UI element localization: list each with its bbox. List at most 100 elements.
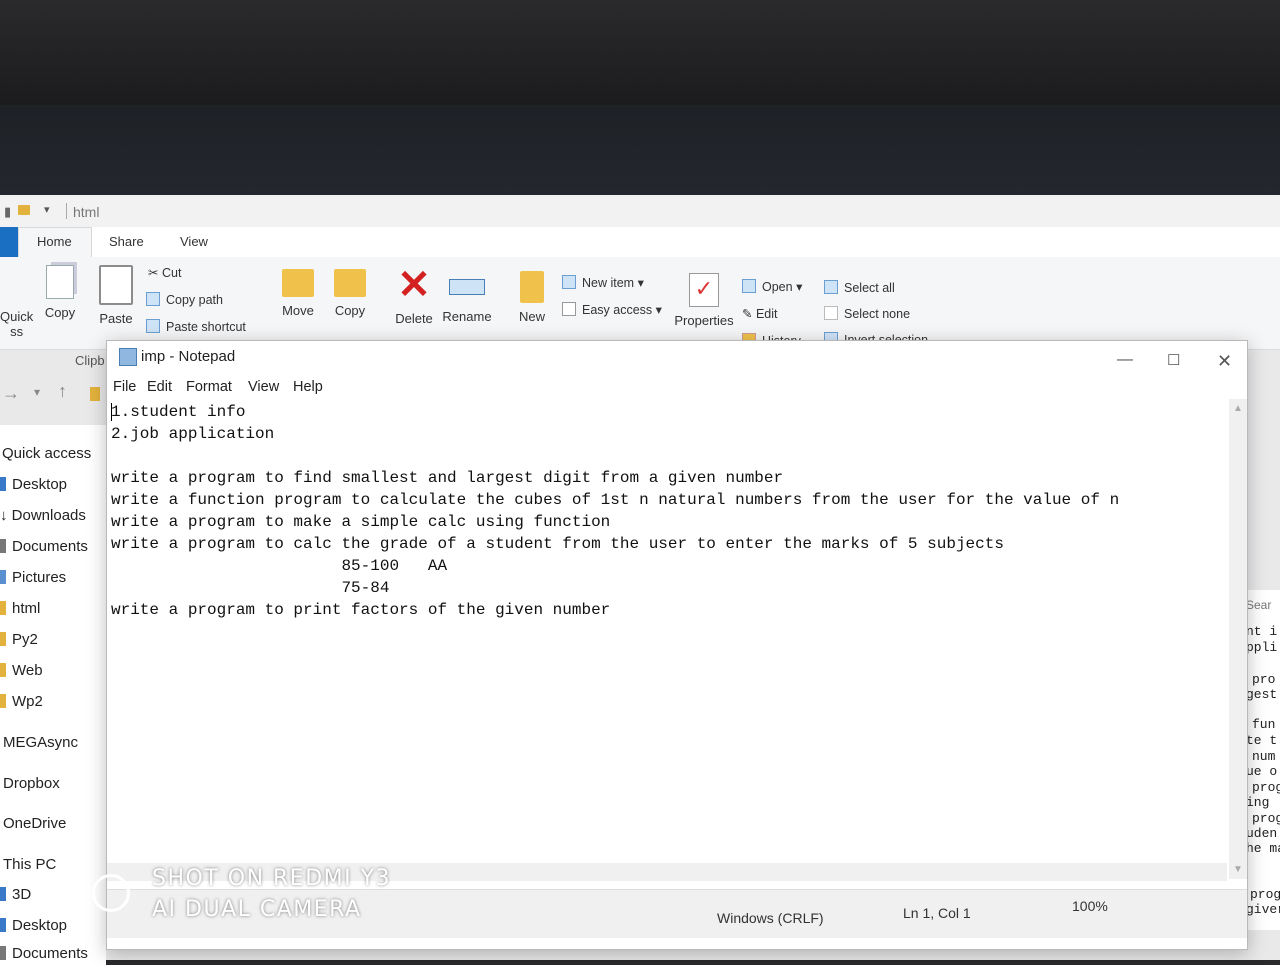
sidebar-item-onedrive[interactable]: OneDrive [3, 815, 66, 832]
download-arrow-icon: ↓ [0, 507, 12, 524]
sidebar-item-documents[interactable]: Documents [0, 538, 88, 555]
notepad-window: imp - Notepad — ☐ ✕ File Edit Format Vie… [106, 340, 1248, 950]
sidebar-item-downloads[interactable]: ↓ Downloads [0, 507, 86, 524]
new-folder-button[interactable]: New [514, 271, 550, 324]
preview-fragment: ing [1246, 795, 1270, 810]
open-button[interactable]: Open ▾ [742, 279, 802, 294]
text-line: write a program to make a simple calc us… [111, 513, 611, 531]
sidebar-item-dropbox[interactable]: Dropbox [3, 775, 60, 792]
preview-fragment: he ma [1246, 841, 1280, 856]
minimize-icon[interactable]: — [1117, 351, 1133, 369]
menu-format[interactable]: Format [186, 379, 232, 395]
recent-locations-icon[interactable]: ▾ [34, 385, 40, 399]
tab-file[interactable] [0, 227, 20, 257]
scissors-icon: ✂ [148, 266, 159, 280]
preview-fragment: gest [1246, 687, 1278, 702]
delete-x-icon: ✕ [397, 263, 431, 307]
title-separator [66, 203, 67, 219]
sidebar-item-megasync[interactable]: MEGAsync [3, 734, 78, 751]
text-line: write a program to print factors of the … [111, 601, 611, 619]
sidebar-item-3d-objects[interactable]: 3D [0, 886, 31, 903]
preview-fragment: te t [1246, 733, 1278, 748]
watermark-line-2: AI DUAL CAMERA [152, 897, 362, 922]
chevron-down-icon[interactable]: ▾ [44, 203, 50, 216]
text-line: write a program to find smallest and lar… [111, 469, 784, 487]
notepad-icon [119, 348, 137, 366]
maximize-icon[interactable]: ☐ [1167, 351, 1180, 369]
folder-icon [90, 387, 100, 401]
quick-access-toolbar-icon[interactable]: ▮ [4, 204, 11, 220]
tab-view[interactable]: View [180, 234, 208, 249]
notepad-title: imp - Notepad [141, 348, 236, 365]
pictures-icon [0, 570, 6, 584]
menu-help[interactable]: Help [293, 379, 323, 395]
ribbon: Quick ss Copy Paste ✂ Cut Copy path Paste… [0, 257, 1280, 350]
tab-home[interactable]: Home [18, 227, 92, 258]
folder-icon [18, 205, 30, 215]
scroll-up-icon[interactable]: ▲ [1233, 403, 1243, 414]
text-line: 85-100 AA [111, 557, 448, 575]
delete-button[interactable]: ✕ Delete [392, 265, 436, 326]
new-item-button[interactable]: New item ▾ [562, 275, 644, 290]
paste-shortcut-button[interactable]: Paste shortcut [146, 319, 246, 334]
tab-share[interactable]: Share [109, 234, 144, 249]
text-line: 1.student info [111, 403, 246, 421]
close-icon[interactable]: ✕ [1217, 351, 1232, 372]
sidebar-item-web[interactable]: Web [0, 662, 43, 679]
sidebar-item-py2[interactable]: Py2 [0, 631, 38, 648]
camera-watermark: SHOT ON REDMI Y3 AI DUAL CAMERA [42, 866, 402, 926]
text-line: write a program to calc the grade of a s… [111, 535, 1004, 553]
properties-button[interactable]: ✓ Properties [672, 273, 736, 328]
lens-ring-icon [92, 874, 130, 912]
copy-path-button[interactable]: Copy path [146, 292, 223, 307]
pin-quick-access-button[interactable]: Quick ss [0, 309, 33, 339]
pencil-icon: ✎ [742, 307, 753, 321]
rename-button[interactable]: Rename [442, 269, 492, 324]
line-ending-status: Windows (CRLF) [717, 910, 824, 926]
sidebar-item-pictures[interactable]: Pictures [0, 569, 66, 586]
sidebar-item-documents-pc[interactable]: Documents [0, 945, 88, 962]
folder-icon [0, 632, 6, 646]
scroll-down-icon[interactable]: ▼ [1233, 864, 1243, 875]
sidebar-item-desktop[interactable]: Desktop [0, 476, 67, 493]
easy-access-icon [562, 302, 576, 316]
properties-check-icon: ✓ [689, 273, 719, 307]
text-line: 75-84 [111, 579, 390, 597]
cut-button[interactable]: ✂ Cut [148, 265, 181, 280]
explorer-title-bar: ▮ ▾ html [0, 195, 1280, 228]
text-editor[interactable]: 1.student info 2.job application write a… [111, 401, 1223, 901]
search-box[interactable]: Sear [1246, 598, 1271, 612]
documents-icon [0, 539, 6, 553]
menu-edit[interactable]: Edit [147, 379, 172, 395]
paste-button[interactable]: Paste [96, 265, 136, 326]
sidebar-item-html[interactable]: html [0, 600, 40, 617]
copy-folder-icon [334, 269, 366, 297]
copy-button[interactable]: Copy [40, 265, 80, 320]
menu-view[interactable]: View [248, 379, 279, 395]
move-to-button[interactable]: Move [278, 269, 318, 318]
cursor-position-status: Ln 1, Col 1 [903, 905, 971, 921]
documents-icon [0, 946, 6, 960]
preview-fragment: prog [1252, 780, 1280, 795]
preview-fragment: nt i [1246, 624, 1278, 639]
menu-file[interactable]: File [113, 379, 136, 395]
edit-button[interactable]: ✎ Edit [742, 306, 778, 321]
sidebar-item-quick-access[interactable]: Quick access [2, 445, 91, 462]
preview-fragment: prog [1252, 811, 1280, 826]
select-all-button[interactable]: Select all [824, 280, 895, 295]
preview-fragment: ue o [1246, 764, 1278, 779]
copy-to-button[interactable]: Copy [330, 269, 370, 318]
monitor-bezel [0, 105, 1280, 200]
copy-icon [46, 265, 74, 299]
select-none-button[interactable]: Select none [824, 306, 910, 321]
vertical-scrollbar[interactable]: ▲ ▼ [1229, 399, 1247, 879]
up-arrow-icon[interactable]: ↑ [58, 381, 67, 402]
sidebar-item-wp2[interactable]: Wp2 [0, 693, 43, 710]
move-folder-icon [282, 269, 314, 297]
text-line: write a function program to calculate th… [111, 491, 1120, 509]
folder-icon [0, 694, 6, 708]
easy-access-button[interactable]: Easy access ▾ [562, 302, 662, 317]
lens-dot-icon [42, 874, 80, 912]
notepad-title-bar[interactable]: imp - Notepad — ☐ ✕ [107, 341, 1247, 375]
forward-arrow-icon[interactable]: → [2, 383, 20, 404]
